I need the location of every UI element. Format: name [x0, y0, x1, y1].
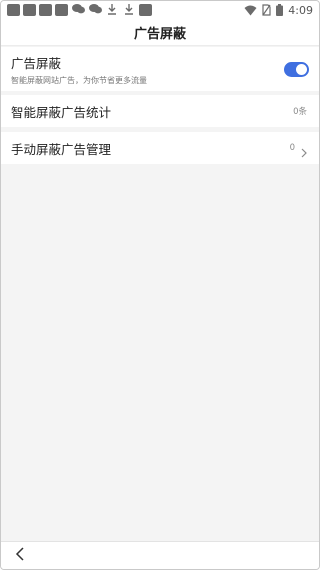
- clock: 4:09: [288, 3, 313, 17]
- wifi-icon: [244, 1, 257, 20]
- manual-ad-manage-count: 0: [289, 143, 295, 153]
- smart-ad-stats-count: 0条: [293, 107, 307, 117]
- ad-block-toggle[interactable]: [284, 61, 309, 77]
- download-icon: [105, 3, 119, 18]
- ad-block-row[interactable]: 广告屏蔽 智能屏蔽网站广告，为你节省更多流量: [1, 47, 319, 91]
- chat-icon: [71, 3, 85, 18]
- chevron-right-icon: [299, 143, 309, 158]
- chat-icon: [88, 3, 102, 18]
- app-icon: [23, 4, 36, 16]
- notification-icons: [7, 3, 152, 18]
- app-icon: [139, 4, 152, 16]
- status-bar: 4:09: [1, 1, 319, 19]
- manual-ad-manage-row[interactable]: 手动屏蔽广告管理 0: [1, 132, 319, 164]
- back-chevron-icon[interactable]: [15, 546, 25, 565]
- app-icon: [55, 4, 68, 16]
- smart-ad-stats-row[interactable]: 智能屏蔽广告统计 0条: [1, 95, 319, 127]
- manual-ad-manage-title: 手动屏蔽广告管理: [11, 141, 112, 157]
- bottom-nav: [1, 541, 319, 569]
- battery-icon: [276, 1, 284, 20]
- download-icon: [122, 3, 136, 18]
- no-sim-icon: [262, 1, 271, 20]
- ad-block-title: 广告屏蔽: [11, 55, 62, 71]
- app-icon: [39, 4, 52, 16]
- smart-ad-stats-title: 智能屏蔽广告统计: [11, 104, 112, 120]
- page-title: 广告屏蔽: [133, 26, 186, 42]
- toggle-knob: [296, 63, 307, 75]
- app-frame: 4:09 广告屏蔽 广告屏蔽 智能屏蔽网站广告，为你节省更多流量 智能屏蔽广告统…: [0, 0, 320, 570]
- top-bar: 广告屏蔽: [1, 19, 319, 46]
- app-icon: [7, 4, 20, 16]
- ad-block-subtitle: 智能屏蔽网站广告，为你节省更多流量: [11, 75, 147, 85]
